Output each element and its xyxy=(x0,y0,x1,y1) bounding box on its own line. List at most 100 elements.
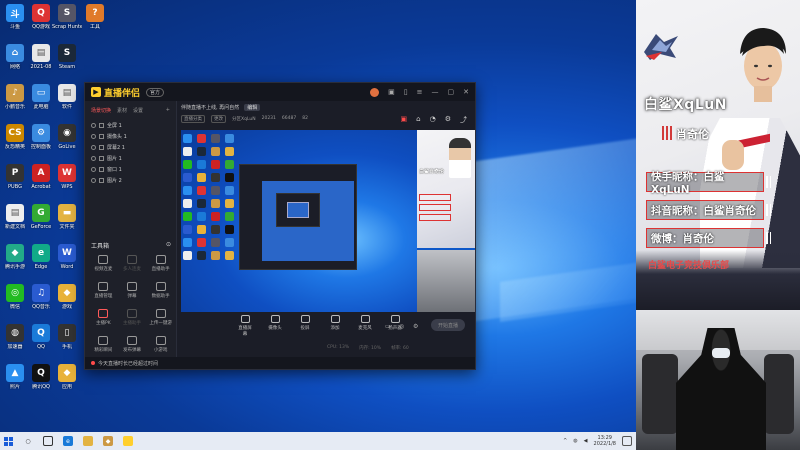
desktop-icon[interactable]: S Steam xyxy=(52,44,82,70)
app-title-bar[interactable]: ▶ 直播伴侣 官方 ▣ ▯ ≡ — ▢ ✕ xyxy=(85,83,475,101)
desktop-icon[interactable]: ◆ 游戏 xyxy=(52,284,82,310)
user-avatar[interactable] xyxy=(370,87,380,97)
volume-icon[interactable]: ◀ xyxy=(584,438,588,444)
close-icon[interactable]: ✕ xyxy=(463,88,469,96)
stream-info-item: 分区XqLuN xyxy=(232,116,256,122)
scene-tab[interactable]: 场景切换 xyxy=(91,107,111,114)
source-control-button[interactable]: 麦克风 xyxy=(357,315,373,337)
scene-tab[interactable]: 素材 xyxy=(117,107,127,114)
desktop-icon-glyph: ? xyxy=(86,4,104,22)
toolbox-item[interactable]: 弹幕 xyxy=(118,282,147,299)
preview-nested-window xyxy=(239,164,357,270)
camera-toggle-icon[interactable]: ▭ xyxy=(385,323,391,330)
edge-taskbar-icon[interactable]: e xyxy=(63,436,73,446)
gift-icon[interactable]: ▣ xyxy=(388,88,395,96)
toolbox-item[interactable]: 主播PK xyxy=(89,309,118,326)
toolbox-item[interactable]: 直播助手 xyxy=(146,255,175,272)
tray-chevron-icon[interactable]: ^ xyxy=(563,438,567,444)
live-streaming-app-window[interactable]: ▶ 直播伴侣 官方 ▣ ▯ ≡ — ▢ ✕ 场景切换 素材 设置 + 全屏 1 摄像头 … xyxy=(84,82,476,370)
visibility-eye-icon[interactable] xyxy=(91,123,96,128)
settings-icon[interactable]: ⚙ xyxy=(445,115,451,125)
desktop-icon[interactable]: ▯ 手机 xyxy=(52,324,82,350)
scene-item[interactable]: 全屏 1 xyxy=(91,120,170,131)
start-button[interactable] xyxy=(4,436,13,446)
lock-toggle-icon[interactable] xyxy=(99,145,104,150)
lock-toggle-icon[interactable] xyxy=(99,167,104,172)
edit-title-button[interactable]: 编辑 xyxy=(244,103,261,111)
toolbox-item[interactable]: 多人连麦 xyxy=(118,255,147,272)
toolbox-item[interactable]: 上传一键游 xyxy=(146,309,175,326)
start-live-button[interactable]: 开始直播 xyxy=(431,319,465,331)
desktop-icon[interactable]: W WPS xyxy=(52,164,82,190)
social-info-text: 微博：肖奇伦 xyxy=(651,232,714,245)
scene-item[interactable]: 图片 2 xyxy=(91,175,170,186)
desktop-icon-glyph: P xyxy=(6,164,24,182)
effects-icon[interactable]: ◎ xyxy=(399,323,404,330)
toolbox-item[interactable]: 视频连麦 xyxy=(89,255,118,272)
visibility-eye-icon[interactable] xyxy=(91,134,96,139)
stream-preview[interactable]: 白鲨肖奇伦 xyxy=(181,130,475,312)
toolbox-item[interactable]: 直播管理 xyxy=(89,282,118,299)
minimize-icon[interactable]: — xyxy=(432,88,439,96)
gear-icon[interactable]: ⚙ xyxy=(413,323,418,330)
stream-info-item[interactable]: 更改 xyxy=(211,114,226,123)
desktop-icon[interactable]: ◆ 应用 xyxy=(52,364,82,390)
stream-title[interactable]: 伴随直播不上线, 再问自然 xyxy=(181,104,239,111)
phone-icon[interactable]: ▯ xyxy=(404,88,408,96)
visibility-eye-icon[interactable] xyxy=(91,167,96,172)
streaming-app-taskbar-icon[interactable] xyxy=(123,436,133,446)
desktop-icon[interactable]: ▬ 文件夹 xyxy=(52,204,82,230)
source-control-button[interactable]: 投屏 xyxy=(297,315,313,337)
visibility-eye-icon[interactable] xyxy=(91,156,96,161)
preview-nested-window-2 xyxy=(276,193,320,227)
bell-icon[interactable]: ◔ xyxy=(430,115,436,125)
visibility-eye-icon[interactable] xyxy=(91,145,96,150)
preview-desktop-icon xyxy=(197,173,206,182)
source-control-button[interactable]: 添加 xyxy=(327,315,343,337)
menu-icon[interactable]: ≡ xyxy=(417,88,423,96)
source-control-button[interactable]: 直播屏幕 xyxy=(237,315,253,337)
network-icon[interactable]: ◍ xyxy=(573,438,577,444)
scene-item[interactable]: 窗口 1 xyxy=(91,164,170,175)
desktop-icon[interactable]: ◉ GoLive xyxy=(52,124,82,150)
toolbox-item[interactable]: 精彩瞬间 xyxy=(89,336,118,353)
desktop-icon[interactable]: ? 工具 xyxy=(80,4,110,30)
notification-icon[interactable] xyxy=(622,436,632,446)
visibility-eye-icon[interactable] xyxy=(91,178,96,183)
desktop-icon-glyph: W xyxy=(58,164,76,182)
desktop-icon[interactable]: S Scrap Hunter xyxy=(52,4,82,30)
app-taskbar-icon[interactable]: ◆ xyxy=(103,436,113,446)
taskbar-clock[interactable]: 13:29 2022/1/8 xyxy=(594,435,616,447)
desktop-icon[interactable]: ▤ 软件 xyxy=(52,84,82,110)
add-scene-icon[interactable]: + xyxy=(166,107,170,114)
record-icon[interactable]: ▣ xyxy=(401,115,408,125)
version-badge[interactable]: 官方 xyxy=(146,87,165,97)
toolbox-item[interactable]: 数据助手 xyxy=(146,282,175,299)
maximize-icon[interactable]: ▢ xyxy=(448,88,455,96)
lock-toggle-icon[interactable] xyxy=(99,123,104,128)
preview-desktop-icon xyxy=(211,186,220,195)
scene-item[interactable]: 图片 1 xyxy=(91,153,170,164)
search-icon[interactable]: ○ xyxy=(23,436,33,446)
lock-toggle-icon[interactable] xyxy=(99,156,104,161)
desktop-icon[interactable]: W Word xyxy=(52,244,82,270)
scene-item[interactable]: 摄像头 1 xyxy=(91,131,170,142)
source-control-button[interactable]: 摄像头 xyxy=(267,315,283,337)
tool-icon xyxy=(98,255,109,264)
toolbox-item[interactable]: 小游戏 xyxy=(146,336,175,353)
window-controls: ▣ ▯ ≡ — ▢ ✕ xyxy=(370,87,469,97)
toolbox-item[interactable]: 发布弹幕 xyxy=(118,336,147,353)
file-explorer-taskbar-icon[interactable] xyxy=(83,436,93,446)
preview-desktop-icon xyxy=(183,186,192,195)
source-controls: 直播屏幕 摄像头 投屏 添加 麦克风 扬声器 xyxy=(237,315,403,337)
stream-info-item[interactable]: 直播分类 xyxy=(181,114,205,123)
task-view-icon[interactable] xyxy=(43,436,53,446)
scene-item[interactable]: 屏幕2 1 xyxy=(91,142,170,153)
toolbox-item[interactable]: 主播助手 xyxy=(118,309,147,326)
lock-icon[interactable]: ⌂ xyxy=(416,115,420,125)
scene-tab[interactable]: 设置 xyxy=(133,107,143,114)
share-icon[interactable]: ⤴ xyxy=(460,115,467,125)
lock-toggle-icon[interactable] xyxy=(99,178,104,183)
lock-toggle-icon[interactable] xyxy=(99,134,104,139)
toolbox-collapse-icon[interactable]: ⊙ xyxy=(166,241,171,250)
